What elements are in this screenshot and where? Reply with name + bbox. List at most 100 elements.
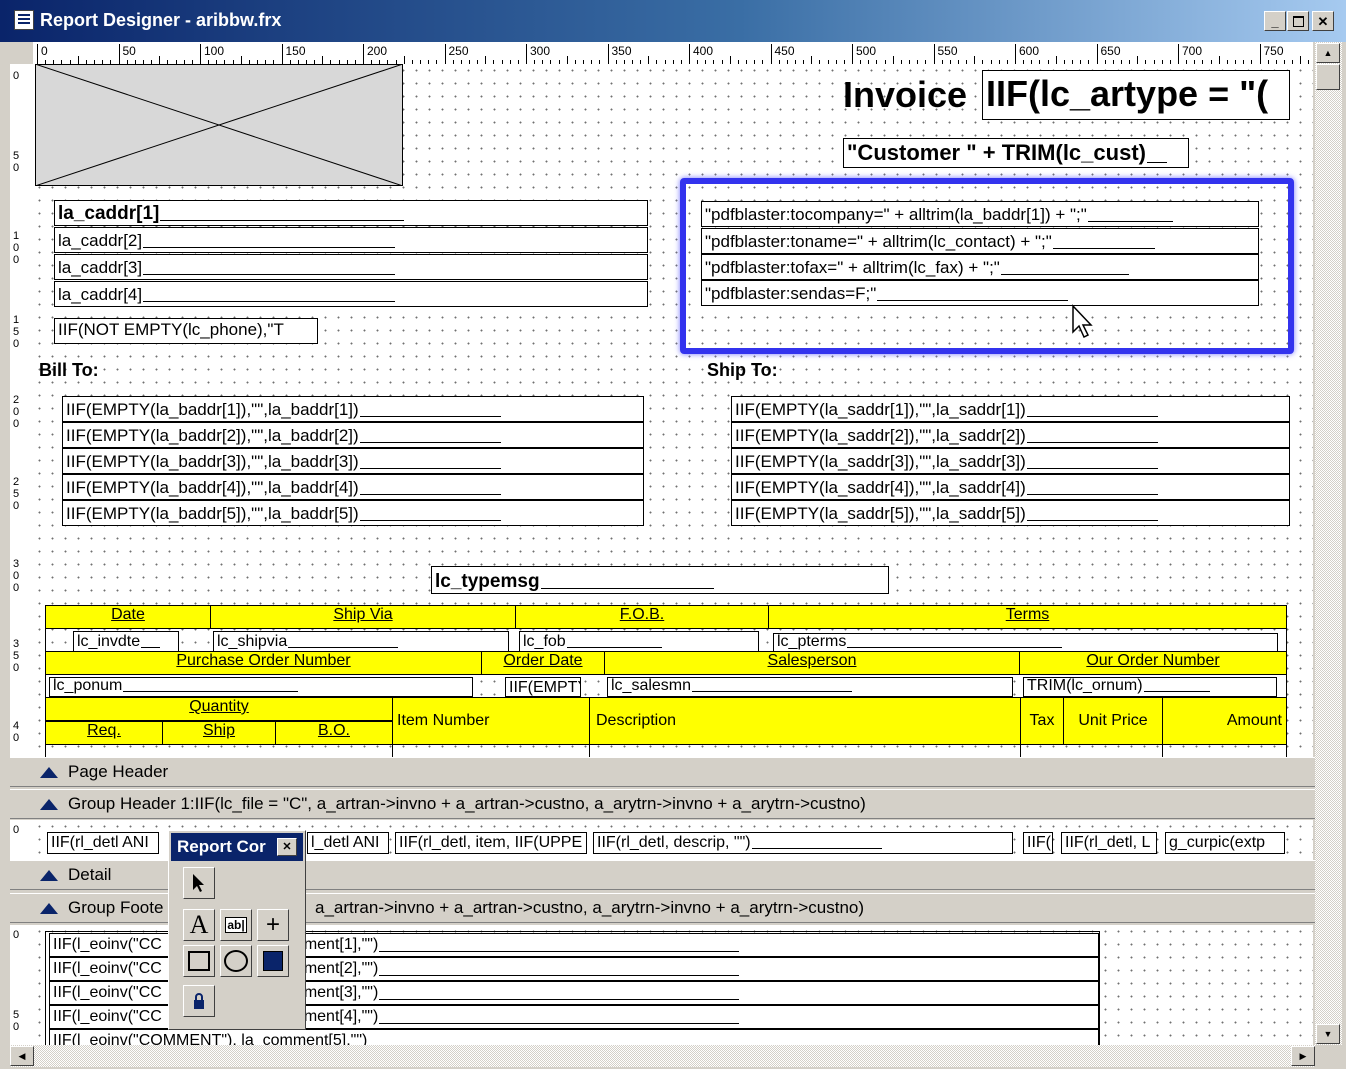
horizontal-scrollbar[interactable]: ◀ ▶ xyxy=(10,1045,1315,1067)
select-objects-button[interactable] xyxy=(183,867,215,899)
our-order-number-header[interactable]: Our Order Number xyxy=(1019,651,1287,675)
pdf-field[interactable]: "pdfblaster:sendas=F;" xyxy=(701,280,1259,306)
toolbox-close-button[interactable]: ✕ xyxy=(277,838,297,856)
footer-comment-field[interactable]: IIF(l_eoinv("COMMENT"), la_comment[5],""… xyxy=(49,1029,1099,1045)
salesperson-field[interactable]: lc_salesmn xyxy=(607,677,1013,697)
amount-header[interactable]: Amount xyxy=(1162,697,1287,745)
salesperson-text: lc_salesmn xyxy=(611,677,692,694)
pdf-field[interactable]: "pdfblaster:tocompany=" + alltrim(la_bad… xyxy=(701,201,1259,227)
detail-field[interactable]: IIF(rl_detl, descrip, "") xyxy=(593,832,1013,854)
detail-field[interactable]: IIF(rl_detl ANI xyxy=(47,832,159,854)
line-tool-button[interactable]: + xyxy=(257,909,289,941)
band-label: Detail xyxy=(68,865,112,884)
date-header[interactable]: Date xyxy=(45,605,211,629)
description-header[interactable]: Description xyxy=(589,697,1021,745)
bill-to-line[interactable]: IIF(EMPTY(la_baddr[4]),"",la_baddr[4]) xyxy=(62,474,644,500)
report-controls-toolbox[interactable]: Report Cor ✕ A ab| + xyxy=(168,830,306,1030)
our-order-number-text: TRIM(lc_ornum) xyxy=(1027,677,1143,694)
fob-field[interactable]: lc_fob xyxy=(519,631,759,653)
pdf-field[interactable]: "pdfblaster:toname=" + alltrim(lc_contac… xyxy=(701,228,1259,254)
rectangle-icon xyxy=(188,951,210,971)
invoice-type-field[interactable]: IIF(lc_artype = "( xyxy=(982,70,1290,120)
minimize-button[interactable]: _ xyxy=(1264,11,1286,31)
rectangle-tool-button[interactable] xyxy=(183,945,215,977)
bill-to-line[interactable]: IIF(EMPTY(la_baddr[2]),"",la_baddr[2]) xyxy=(62,422,644,448)
image-placeholder[interactable] xyxy=(35,64,403,186)
scroll-right-button[interactable]: ▶ xyxy=(1291,1046,1315,1066)
company-address-line[interactable]: la_caddr[2] xyxy=(54,227,648,253)
ship-via-header[interactable]: Ship Via xyxy=(210,605,516,629)
detail-field[interactable]: IIF( xyxy=(1023,832,1053,854)
customer-field[interactable]: "Customer " + TRIM(lc_cust) xyxy=(843,138,1189,168)
ship-to-line[interactable]: IIF(EMPTY(la_saddr[2]),"",la_saddr[2]) xyxy=(731,422,1290,448)
close-button[interactable]: ✕ xyxy=(1312,11,1334,31)
page-header-band-bar[interactable]: Page Header xyxy=(10,757,1315,787)
vertical-scrollbar[interactable]: ▲ ▼ xyxy=(1315,42,1342,1045)
scroll-down-button[interactable]: ▼ xyxy=(1316,1024,1340,1044)
ship-to-line[interactable]: IIF(EMPTY(la_saddr[1]),"",la_saddr[1]) xyxy=(731,396,1290,422)
terms-field[interactable]: lc_pterms xyxy=(773,633,1278,653)
order-date-field[interactable]: IIF(EMPTY xyxy=(505,677,581,697)
band-label: Group Foote xyxy=(68,898,164,917)
bill-to-line[interactable]: IIF(EMPTY(la_baddr[5]),"",la_baddr[5]) xyxy=(62,500,644,526)
ruler-tick xyxy=(892,56,894,64)
terms-text: lc_pterms xyxy=(777,633,847,650)
maximize-button[interactable] xyxy=(1287,11,1309,31)
page-header-band-area[interactable]: Invoice IIF(lc_artype = "( "Customer " +… xyxy=(33,64,1313,764)
our-order-number-field[interactable]: TRIM(lc_ornum) xyxy=(1023,677,1277,697)
detail-ruler: 0 xyxy=(10,820,34,860)
rounded-rectangle-tool-button[interactable] xyxy=(220,945,252,977)
band-label: Page Header xyxy=(68,762,169,781)
bill-to-text: IIF(EMPTY(la_baddr[4]),"",la_baddr[4]) xyxy=(66,478,359,497)
picture-ole-tool-button[interactable] xyxy=(257,945,289,977)
ship-to-line[interactable]: IIF(EMPTY(la_saddr[4]),"",la_saddr[4]) xyxy=(731,474,1290,500)
scroll-up-button[interactable]: ▲ xyxy=(1316,43,1340,63)
scroll-thumb[interactable] xyxy=(1316,64,1340,90)
group-header-band-bar[interactable]: Group Header 1:IIF(lc_file = "C", a_artr… xyxy=(10,789,1315,819)
unit-price-header[interactable]: Unit Price xyxy=(1063,697,1163,745)
ship-via-field[interactable]: lc_shipvia xyxy=(213,631,509,653)
bill-to-label[interactable]: Bill To: xyxy=(39,360,99,381)
po-number-header[interactable]: Purchase Order Number xyxy=(45,651,482,675)
invoice-date-field[interactable]: lc_invdte xyxy=(73,631,179,653)
bill-to-line[interactable]: IIF(EMPTY(la_baddr[1]),"",la_baddr[1]) xyxy=(62,396,644,422)
ship-header[interactable]: Ship xyxy=(162,721,276,745)
invoice-label[interactable]: Invoice xyxy=(843,74,967,116)
bill-to-line[interactable]: IIF(EMPTY(la_baddr[3]),"",la_baddr[3]) xyxy=(62,448,644,474)
size-grip-icon[interactable] xyxy=(1315,1045,1342,1067)
ruler-tick xyxy=(240,56,242,64)
ship-to-text: IIF(EMPTY(la_saddr[1]),"",la_saddr[1]) xyxy=(735,400,1026,419)
footer-comment-text: IIF(l_eoinv("CC xyxy=(53,984,162,1001)
detail-field[interactable]: l_detl ANI xyxy=(307,832,389,854)
terms-header[interactable]: Terms xyxy=(768,605,1287,629)
company-address-line[interactable]: la_caddr[3] xyxy=(54,254,648,280)
detail-field[interactable]: IIF(rl_detl, L xyxy=(1061,832,1157,854)
fob-header[interactable]: F.O.B. xyxy=(515,605,769,629)
ruler-tick xyxy=(1015,44,1016,64)
ship-to-label[interactable]: Ship To: xyxy=(707,360,778,381)
tax-header[interactable]: Tax xyxy=(1020,697,1064,745)
quantity-header[interactable]: Quantity xyxy=(45,697,393,721)
order-date-header[interactable]: Order Date xyxy=(481,651,605,675)
item-number-header[interactable]: Item Number xyxy=(392,697,590,745)
button-lock-button[interactable] xyxy=(183,985,215,1017)
pdf-field[interactable]: "pdfblaster:tofax=" + alltrim(lc_fax) + … xyxy=(701,254,1259,280)
ship-to-line[interactable]: IIF(EMPTY(la_saddr[5]),"",la_saddr[5]) xyxy=(731,500,1290,526)
ship-to-text: IIF(EMPTY(la_saddr[5]),"",la_saddr[5]) xyxy=(735,504,1026,523)
req-header[interactable]: Req. xyxy=(45,721,163,745)
ruler-tick xyxy=(566,56,568,64)
pdf-field-text: "pdfblaster:tocompany=" + alltrim(la_bad… xyxy=(705,205,1087,224)
ship-to-line[interactable]: IIF(EMPTY(la_saddr[3]),"",la_saddr[3]) xyxy=(731,448,1290,474)
scroll-left-button[interactable]: ◀ xyxy=(10,1046,34,1066)
field-tool-button[interactable]: ab| xyxy=(220,909,252,941)
typemsg-field[interactable]: lc_typemsg xyxy=(431,566,889,594)
salesperson-header[interactable]: Salesperson xyxy=(604,651,1020,675)
company-address-line[interactable]: la_caddr[4] xyxy=(54,281,648,307)
phone-field[interactable]: IIF(NOT EMPTY(lc_phone),"T xyxy=(54,318,318,344)
po-number-field[interactable]: lc_ponum xyxy=(49,677,473,697)
detail-field[interactable]: g_curpic(extp xyxy=(1165,832,1285,854)
detail-field[interactable]: IIF(rl_detl, item, IIF(UPPE xyxy=(395,832,587,854)
company-address-line[interactable]: la_caddr[1] xyxy=(54,200,648,226)
bo-header[interactable]: B.O. xyxy=(275,721,393,745)
label-tool-button[interactable]: A xyxy=(183,909,215,941)
